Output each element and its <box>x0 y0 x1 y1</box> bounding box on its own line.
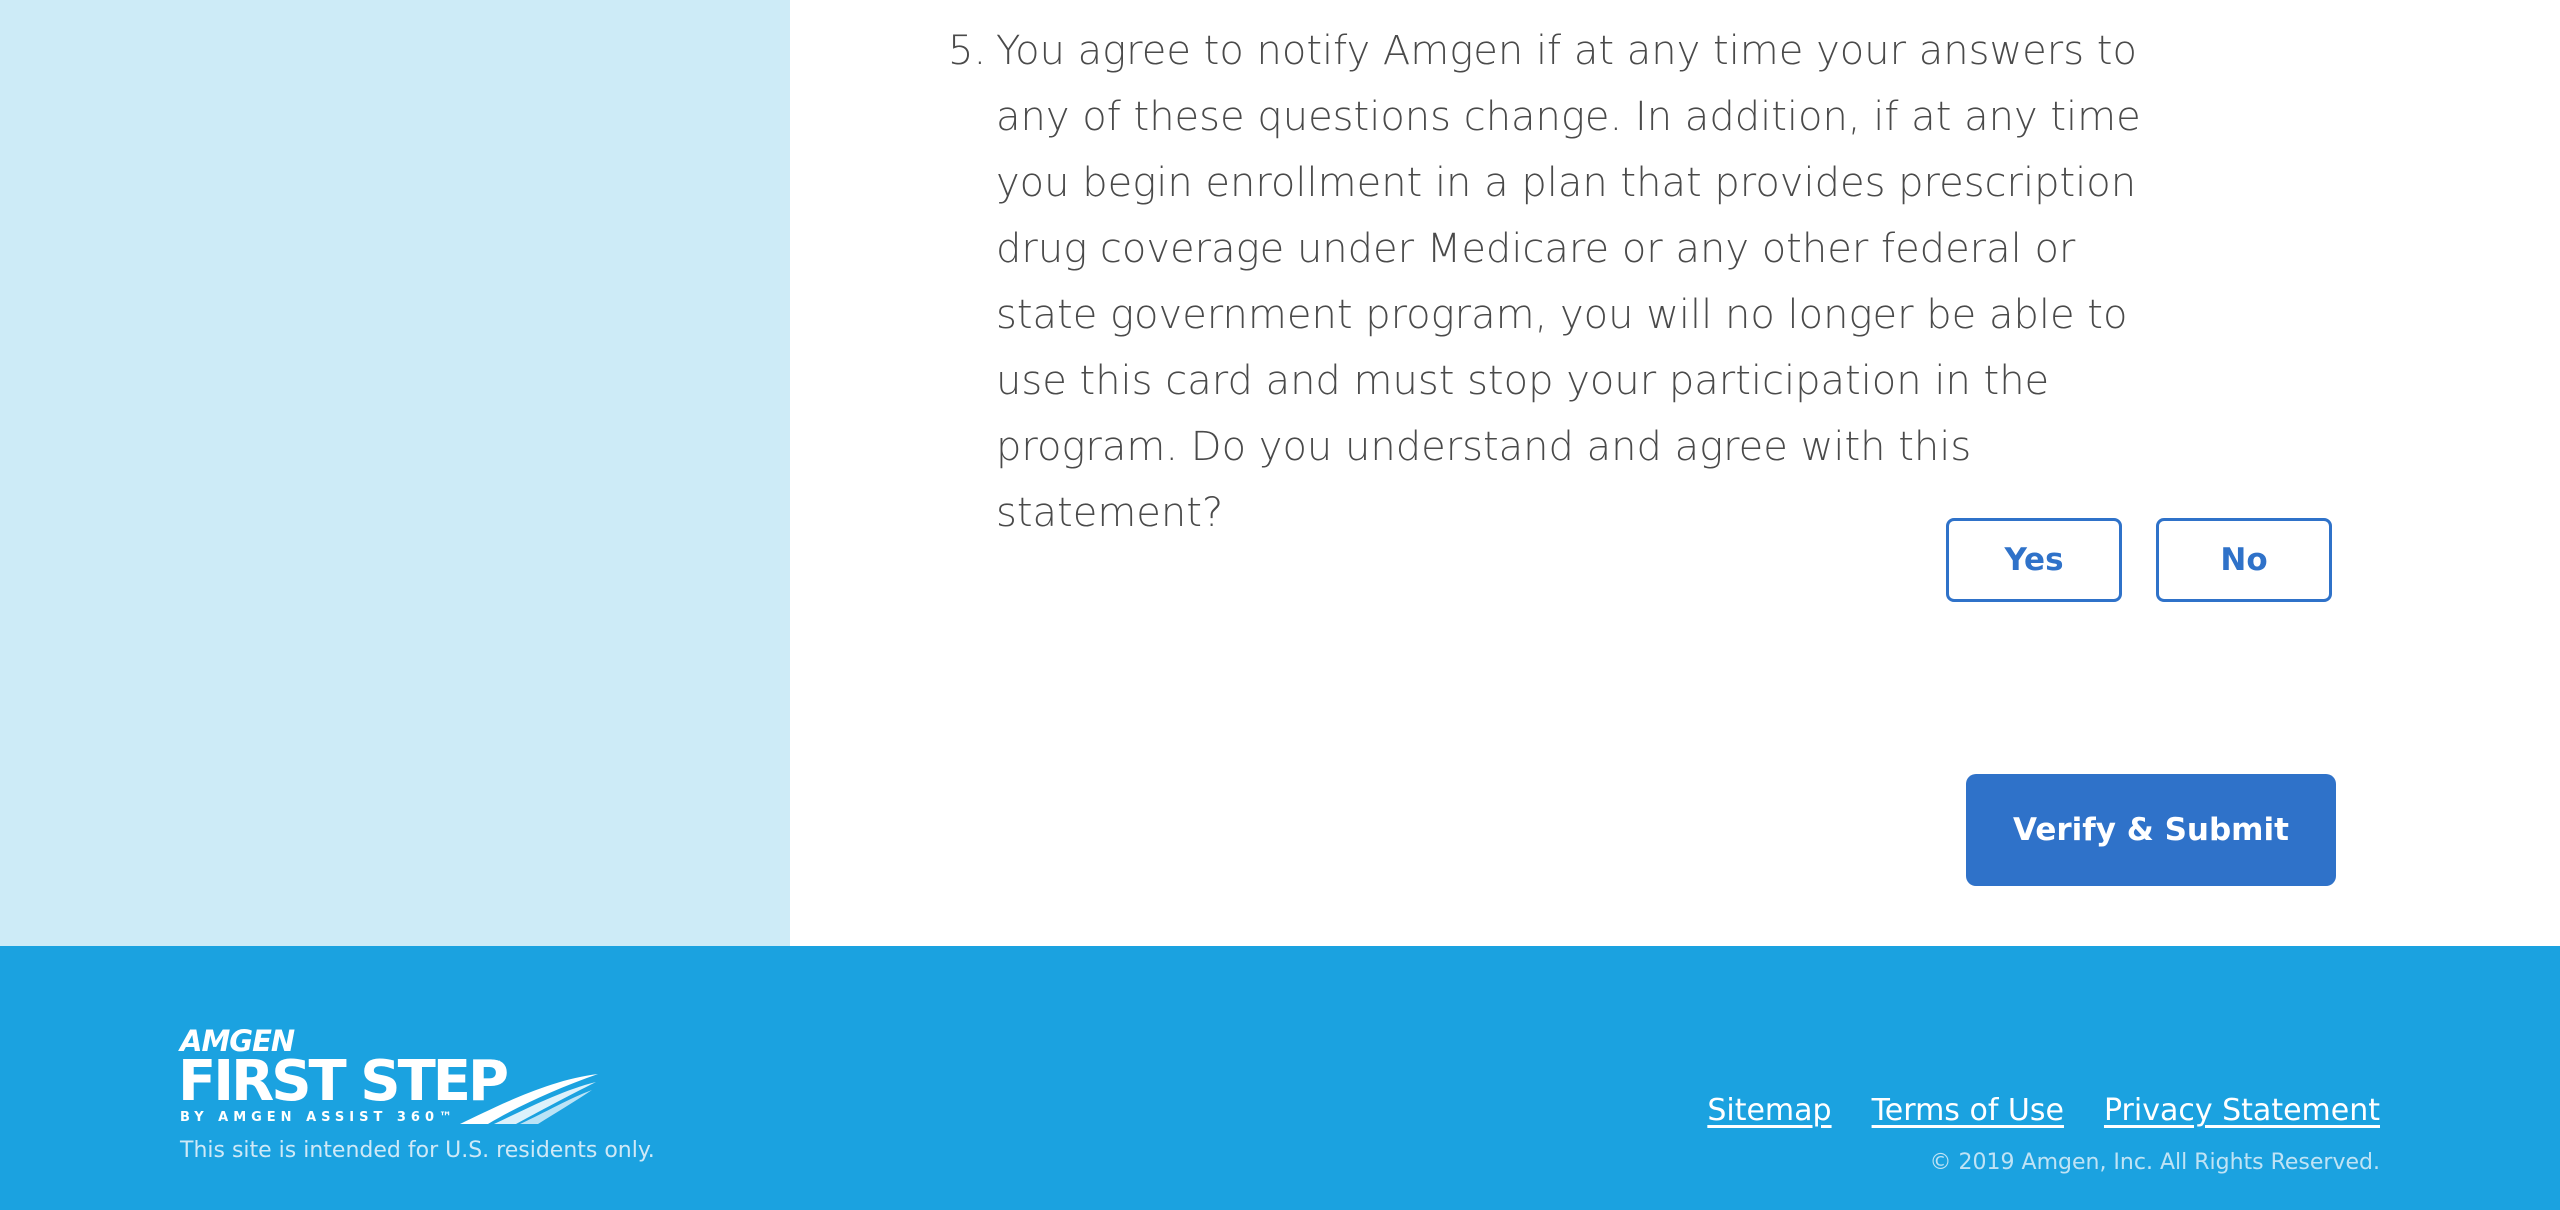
main-content: 5. You agree to notify Amgen if at any t… <box>790 0 2560 946</box>
footer: AMGEN FIRST STEP ™ BY AMGEN ASSIST 360™ … <box>0 946 2560 1210</box>
yes-button[interactable]: Yes <box>1946 518 2122 602</box>
terms-of-use-link[interactable]: Terms of Use <box>1872 1093 2064 1128</box>
privacy-statement-link[interactable]: Privacy Statement <box>2104 1093 2380 1128</box>
amgen-first-step-logo[interactable]: AMGEN FIRST STEP ™ BY AMGEN ASSIST 360™ <box>178 1026 600 1126</box>
question-5: 5. You agree to notify Amgen if at any t… <box>948 18 2188 546</box>
page: 5. You agree to notify Amgen if at any t… <box>0 0 2560 1210</box>
sitemap-link[interactable]: Sitemap <box>1707 1093 1831 1128</box>
logo-swoosh-icon <box>460 1074 598 1124</box>
residents-notice: This site is intended for U.S. residents… <box>180 1138 655 1163</box>
logo-first-step-wordmark: FIRST STEP <box>178 1049 509 1114</box>
footer-links: Sitemap Terms of Use Privacy Statement <box>1707 1093 2380 1128</box>
no-button[interactable]: No <box>2156 518 2332 602</box>
left-side-panel <box>0 0 790 946</box>
logo-tagline: BY AMGEN ASSIST 360™ <box>180 1110 458 1125</box>
question-text: You agree to notify Amgen if at any time… <box>996 28 2141 536</box>
copyright-text: © 2019 Amgen, Inc. All Rights Reserved. <box>1929 1150 2380 1175</box>
verify-submit-button[interactable]: Verify & Submit <box>1966 774 2336 886</box>
question-number: 5. <box>948 28 987 74</box>
